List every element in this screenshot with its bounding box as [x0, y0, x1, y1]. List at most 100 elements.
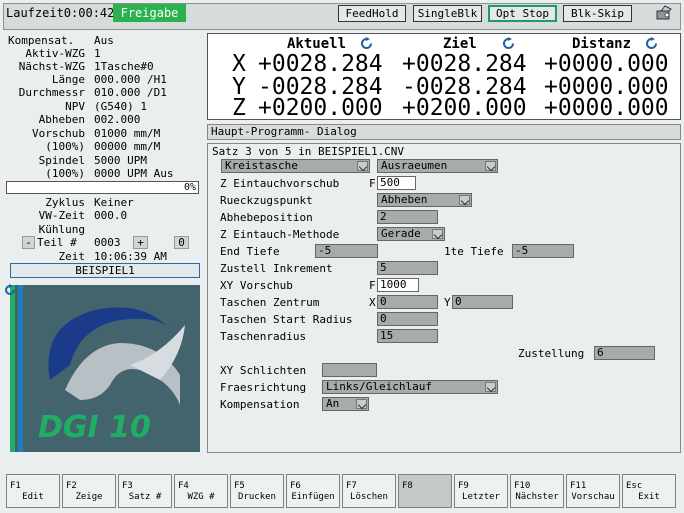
z-aktuell: +0200.000	[258, 95, 383, 121]
fkey-number: F2	[66, 481, 77, 491]
info-row-vorschub: Vorschub 01000 mm/M	[8, 127, 203, 140]
header-distanz: Distanz	[572, 36, 632, 52]
info-row-npv: NPV (G540) 1	[8, 100, 203, 113]
fkey-f2-zeige[interactable]: F2 Zeige	[62, 474, 116, 508]
fkey-label: Satz #	[128, 492, 162, 502]
fkey-number: F6	[290, 481, 301, 491]
rueckzugspunkt-value: Abheben	[381, 193, 428, 206]
end-tiefe-input[interactable]: -5	[315, 244, 378, 258]
z-eintauch-methode-select[interactable]: Gerade	[377, 227, 445, 241]
z-eintauchvorschub-input[interactable]: 500	[377, 176, 416, 190]
info-row-vw-zeit: VW-Zeit 000.0	[8, 209, 203, 222]
info-label: Länge	[51, 73, 85, 86]
fraesrichtung-label: Fraesrichtung	[220, 381, 307, 394]
fkey-f8[interactable]: F8	[398, 474, 452, 508]
info-label: Kühlung	[38, 223, 85, 236]
refresh-icon[interactable]	[4, 284, 16, 296]
refresh-ziel-icon[interactable]	[502, 37, 515, 50]
teil-count: 0003	[94, 236, 121, 249]
info-label: Vorschub	[32, 127, 85, 140]
zustell-inkrement-input[interactable]: 5	[377, 261, 438, 275]
info-value: 01000 mm/M	[94, 127, 161, 140]
zustellung-input[interactable]: 6	[594, 346, 655, 360]
teil-decrement-button[interactable]: -	[22, 236, 35, 249]
teil-reset-button[interactable]: 0	[174, 236, 189, 249]
taschen-y-input[interactable]: 0	[452, 295, 513, 309]
fraesrichtung-select[interactable]: Links/Gleichlauf	[322, 380, 498, 394]
z-distanz: +0000.000	[544, 95, 669, 121]
refresh-distanz-icon[interactable]	[645, 37, 658, 50]
taschenradius-label: Taschenradius	[220, 330, 307, 343]
taschen-start-radius-input[interactable]: 0	[377, 312, 438, 326]
info-row-vorschub-override: (100%) 00000 mm/M	[8, 140, 203, 153]
fkey-f6-einfuegen[interactable]: F6 Einfügen	[286, 474, 340, 508]
taschenradius-input[interactable]: 15	[377, 329, 438, 343]
status-badge-freigabe: Freigabe	[113, 4, 186, 22]
z-eintauch-methode-value: Gerade	[381, 227, 421, 240]
dgi-logo-graphic: DGI 10	[10, 285, 185, 452]
info-label: (100%)	[45, 140, 85, 153]
info-value: 5000 UPM	[94, 154, 147, 167]
fkey-f4-wzg[interactable]: F4 WZG #	[174, 474, 228, 508]
fkey-f1-edit[interactable]: F1 Edit	[6, 474, 60, 508]
fkey-number: F9	[458, 481, 469, 491]
rueckzugspunkt-select[interactable]: Abheben	[377, 193, 472, 207]
refresh-aktuell-icon[interactable]	[360, 37, 373, 50]
runtime-display: Laufzeit0:00:42	[6, 6, 115, 20]
chevron-down-icon	[432, 229, 443, 239]
optstop-button[interactable]: Opt Stop	[488, 5, 557, 22]
system-tray-icon[interactable]	[655, 5, 673, 21]
fkey-f5-drucken[interactable]: F5 Drucken	[230, 474, 284, 508]
program-mode-bar: Haupt-Programm- Dialog	[207, 124, 681, 140]
abhebeposition-input[interactable]: 2	[377, 210, 438, 224]
cycle-mode-select[interactable]: Ausraeumen	[377, 159, 498, 173]
fkey-label: Nächster	[515, 492, 559, 502]
fkey-label: Letzter	[462, 492, 500, 502]
axis-x-label: X	[232, 51, 246, 77]
zustellung-label: Zustellung	[518, 347, 585, 360]
info-row-abheben: Abheben 002.000	[8, 113, 203, 126]
fkey-label: Vorschau	[571, 492, 615, 502]
info-row-kompensat: Kompensat. Aus	[8, 34, 203, 47]
info-value: 1Tasche#0	[94, 60, 154, 73]
header-ziel: Ziel	[443, 36, 477, 52]
fkey-f11-vorschau[interactable]: F11 Vorschau	[566, 474, 620, 508]
info-value: 010.000 /D1	[94, 86, 167, 99]
info-label: Kompensat.	[8, 34, 75, 47]
info-value: 000.0	[94, 209, 128, 222]
fkey-number: F1	[10, 481, 21, 491]
teil-increment-button[interactable]: +	[133, 236, 148, 249]
fkey-f10-naechster[interactable]: F10 Nächster	[510, 474, 564, 508]
kompensation-select[interactable]: An	[322, 397, 369, 411]
taschen-x-input[interactable]: 0	[377, 295, 438, 309]
xy-schlichten-input[interactable]	[322, 363, 377, 377]
xy-vorschub-input[interactable]: 1000	[377, 278, 419, 292]
info-row-spindel-override: (100%) 0000 UPM Aus	[8, 167, 203, 180]
fkey-f3-satz[interactable]: F3 Satz #	[118, 474, 172, 508]
erste-tiefe-label: 1te Tiefe	[444, 245, 504, 258]
fkey-f9-letzter[interactable]: F9 Letzter	[454, 474, 508, 508]
info-row-spindel: Spindel 5000 UPM	[8, 154, 203, 167]
info-value: 10:06:39 AM	[94, 250, 167, 263]
singleblk-button[interactable]: SingleBlk	[413, 5, 482, 22]
info-value: Aus	[94, 34, 114, 47]
fkey-number: F3	[122, 481, 133, 491]
info-value: 00000 mm/M	[94, 140, 161, 153]
fkey-label: Löschen	[350, 492, 388, 502]
chevron-down-icon	[459, 195, 470, 205]
end-tiefe-label: End Tiefe	[220, 245, 280, 258]
info-label: Spindel	[38, 154, 85, 167]
z-eintauchvorschub-label: Z Eintauchvorschub	[220, 177, 340, 190]
erste-tiefe-input[interactable]: -5	[512, 244, 574, 258]
fkey-f7-loeschen[interactable]: F7 Löschen	[342, 474, 396, 508]
fkey-label: Einfügen	[291, 492, 335, 502]
cycle-type-select[interactable]: Kreistasche	[221, 159, 370, 173]
info-label: NPV	[65, 100, 85, 113]
header-aktuell: Aktuell	[287, 36, 347, 52]
fkey-esc-exit[interactable]: Esc Exit	[622, 474, 676, 508]
x-ziel: +0028.284	[402, 51, 527, 77]
fkey-label: Edit	[22, 492, 44, 502]
blkskip-button[interactable]: Blk-Skip	[563, 5, 632, 22]
kompensation-value: An	[326, 397, 340, 410]
feedhold-button[interactable]: FeedHold	[338, 5, 406, 22]
